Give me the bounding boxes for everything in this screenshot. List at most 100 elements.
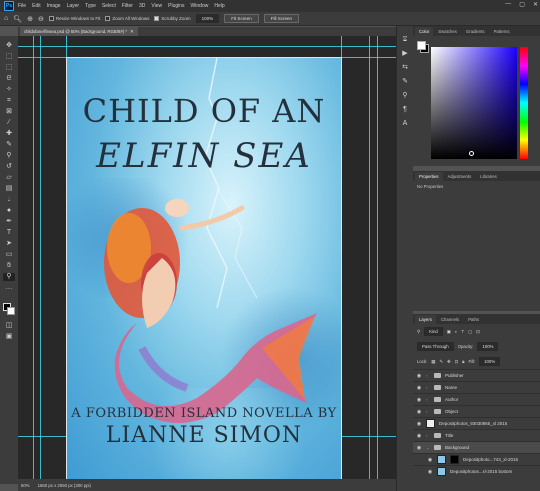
visibility-eye-icon[interactable]: ◉ xyxy=(427,457,433,463)
hand-tool-icon[interactable]: ✋︎ xyxy=(3,262,15,270)
hue-slider[interactable] xyxy=(520,47,528,159)
paragraph-panel-icon[interactable]: ¶ xyxy=(399,106,411,114)
chevron-right-icon[interactable]: › xyxy=(426,385,430,390)
close-icon[interactable]: ✕ xyxy=(533,1,538,8)
crop-tool-icon[interactable]: ⌗ xyxy=(3,97,15,105)
filter-smart-icon[interactable]: ⊡ xyxy=(476,329,480,335)
blur-tool-icon[interactable]: 💧︎ xyxy=(3,196,15,204)
screen-mode-icon[interactable]: ▣ xyxy=(3,333,15,341)
blend-mode-select[interactable]: Pass Through xyxy=(417,342,454,351)
eraser-icon[interactable]: ▱ xyxy=(3,174,15,182)
menu-help[interactable]: Help xyxy=(214,3,224,9)
marquee-tool-icon[interactable]: ⬚ xyxy=(3,64,15,72)
guide-vertical[interactable] xyxy=(33,36,34,479)
path-selection-icon[interactable]: ➤ xyxy=(3,240,15,248)
menu-image[interactable]: Image xyxy=(47,3,61,9)
zoom-in-icon[interactable]: ⊕ xyxy=(27,15,33,23)
chevron-right-icon[interactable]: › xyxy=(426,433,430,438)
actions-panel-icon[interactable]: ▶ xyxy=(399,50,411,58)
move-tool-icon[interactable]: ✥ xyxy=(3,42,15,50)
status-zoom[interactable]: 50% xyxy=(21,483,30,488)
menu-filter[interactable]: Filter xyxy=(122,3,133,9)
history-brush-icon[interactable]: ↺ xyxy=(3,163,15,171)
menu-3d[interactable]: 3D xyxy=(139,3,145,9)
home-icon[interactable]: ⌂ xyxy=(4,15,8,22)
filter-adjust-icon[interactable]: ◐ xyxy=(455,329,458,334)
menu-window[interactable]: Window xyxy=(191,3,209,9)
menu-type[interactable]: Type xyxy=(85,3,96,9)
character-panel-icon[interactable]: A xyxy=(399,120,411,128)
layer-row[interactable]: ◉ Depositphoto...743_xl-2015 xyxy=(413,453,540,465)
layer-kind-select[interactable]: Kind xyxy=(424,327,443,336)
color-picker-field[interactable] xyxy=(431,47,517,159)
chevron-right-icon[interactable]: › xyxy=(426,373,430,378)
menu-plugins[interactable]: Plugins xyxy=(168,3,184,9)
tab-patterns[interactable]: Patterns xyxy=(490,27,514,36)
layer-row[interactable]: ◉ Depositphotos...xl-2015 bottom xyxy=(413,465,540,477)
layer-row[interactable]: ◉ Depositphotos_93030865_xl 2015 xyxy=(413,417,540,429)
lock-all-icon[interactable]: 🔒︎ xyxy=(462,359,464,364)
visibility-eye-icon[interactable]: ◉ xyxy=(416,373,422,379)
zoom-tool-icon[interactable]: 🔍︎ xyxy=(13,15,22,23)
lasso-tool-icon[interactable]: ᘓ xyxy=(3,75,15,83)
adjust-panel-icon[interactable]: ⇆ xyxy=(399,64,411,72)
tab-gradients[interactable]: Gradients xyxy=(462,27,489,36)
history-panel-icon[interactable]: ⌛︎ xyxy=(399,36,411,44)
lock-pixels-icon[interactable]: ▦ xyxy=(431,359,435,365)
menu-view[interactable]: View xyxy=(151,3,162,9)
color-picker-cursor[interactable] xyxy=(469,151,474,156)
layer-row[interactable]: ◉ › Title xyxy=(413,429,540,441)
status-info[interactable]: 1650 px x 2550 px (300 ppi) xyxy=(38,483,91,488)
menu-edit[interactable]: Edit xyxy=(32,3,41,9)
lock-artboard-icon[interactable]: ⊡ xyxy=(455,359,459,365)
close-tab-icon[interactable]: ✕ xyxy=(130,29,134,35)
frame-tool-icon[interactable]: ⊠ xyxy=(3,108,15,116)
tab-layers[interactable]: Layers xyxy=(415,315,436,324)
filter-pixel-icon[interactable]: ▣ xyxy=(447,329,451,335)
lock-paint-icon[interactable]: ✎ xyxy=(439,359,443,365)
guide-horizontal[interactable] xyxy=(18,46,396,47)
guide-vertical[interactable] xyxy=(377,36,378,479)
guide-vertical[interactable] xyxy=(40,36,41,479)
layer-row[interactable]: ◉ › Publisher xyxy=(413,369,540,381)
tab-libraries[interactable]: Libraries xyxy=(476,172,500,181)
guide-vertical[interactable] xyxy=(369,36,370,479)
visibility-eye-icon[interactable]: ◉ xyxy=(416,421,422,427)
dodge-tool-icon[interactable]: ● xyxy=(3,207,15,215)
visibility-eye-icon[interactable]: ◉ xyxy=(416,385,422,391)
clone-source-icon[interactable]: ⚲ xyxy=(399,92,411,100)
chevron-right-icon[interactable]: › xyxy=(426,409,430,414)
layer-row[interactable]: ◉ › Author xyxy=(413,393,540,405)
filter-type-icon[interactable]: T xyxy=(461,329,464,334)
color-swatches[interactable] xyxy=(2,301,16,319)
visibility-eye-icon[interactable]: ◉ xyxy=(416,409,422,415)
canvas-area[interactable]: CHILD OF AN ELFIN SEA A FORBIDDEN ISLAND… xyxy=(18,36,396,479)
type-tool-icon[interactable]: T xyxy=(3,229,15,237)
menu-layer[interactable]: Layer xyxy=(67,3,80,9)
filter-shape-icon[interactable]: ▢ xyxy=(468,329,472,335)
layer-row[interactable]: ◉ › Object xyxy=(413,405,540,417)
eyedropper-icon[interactable]: ⁄ xyxy=(3,119,15,127)
tab-color[interactable]: Color xyxy=(415,27,434,36)
zoom-tool-icon[interactable]: ⚲ xyxy=(3,273,15,281)
zoom-out-icon[interactable]: ⊖ xyxy=(38,15,44,23)
pen-tool-icon[interactable]: ✒ xyxy=(3,218,15,226)
brush-settings-icon[interactable]: ✎ xyxy=(399,78,411,86)
panel-foreground-swatch[interactable] xyxy=(417,41,426,50)
maximize-icon[interactable]: ▢ xyxy=(519,1,525,8)
chevron-right-icon[interactable]: › xyxy=(426,397,430,402)
tab-adjustments[interactable]: Adjustments xyxy=(444,172,476,181)
tab-swatches[interactable]: Swatches xyxy=(434,27,461,36)
gradient-tool-icon[interactable]: ▤ xyxy=(3,185,15,193)
layer-mask-thumbnail[interactable] xyxy=(450,455,459,464)
opacity-field[interactable]: 100% xyxy=(477,342,499,351)
menu-file[interactable]: File xyxy=(18,3,26,9)
healing-brush-icon[interactable]: ✚ xyxy=(3,130,15,138)
zoom-percent-field[interactable]: 100% xyxy=(195,14,220,23)
background-color[interactable] xyxy=(7,307,15,315)
tab-properties[interactable]: Properties xyxy=(415,172,443,181)
scrubby-zoom-checkbox[interactable]: Scrubby Zoom xyxy=(154,16,191,21)
tab-paths[interactable]: Paths xyxy=(464,315,483,324)
visibility-eye-icon[interactable]: ◉ xyxy=(416,433,422,439)
more-tools-icon[interactable]: … xyxy=(3,284,15,292)
